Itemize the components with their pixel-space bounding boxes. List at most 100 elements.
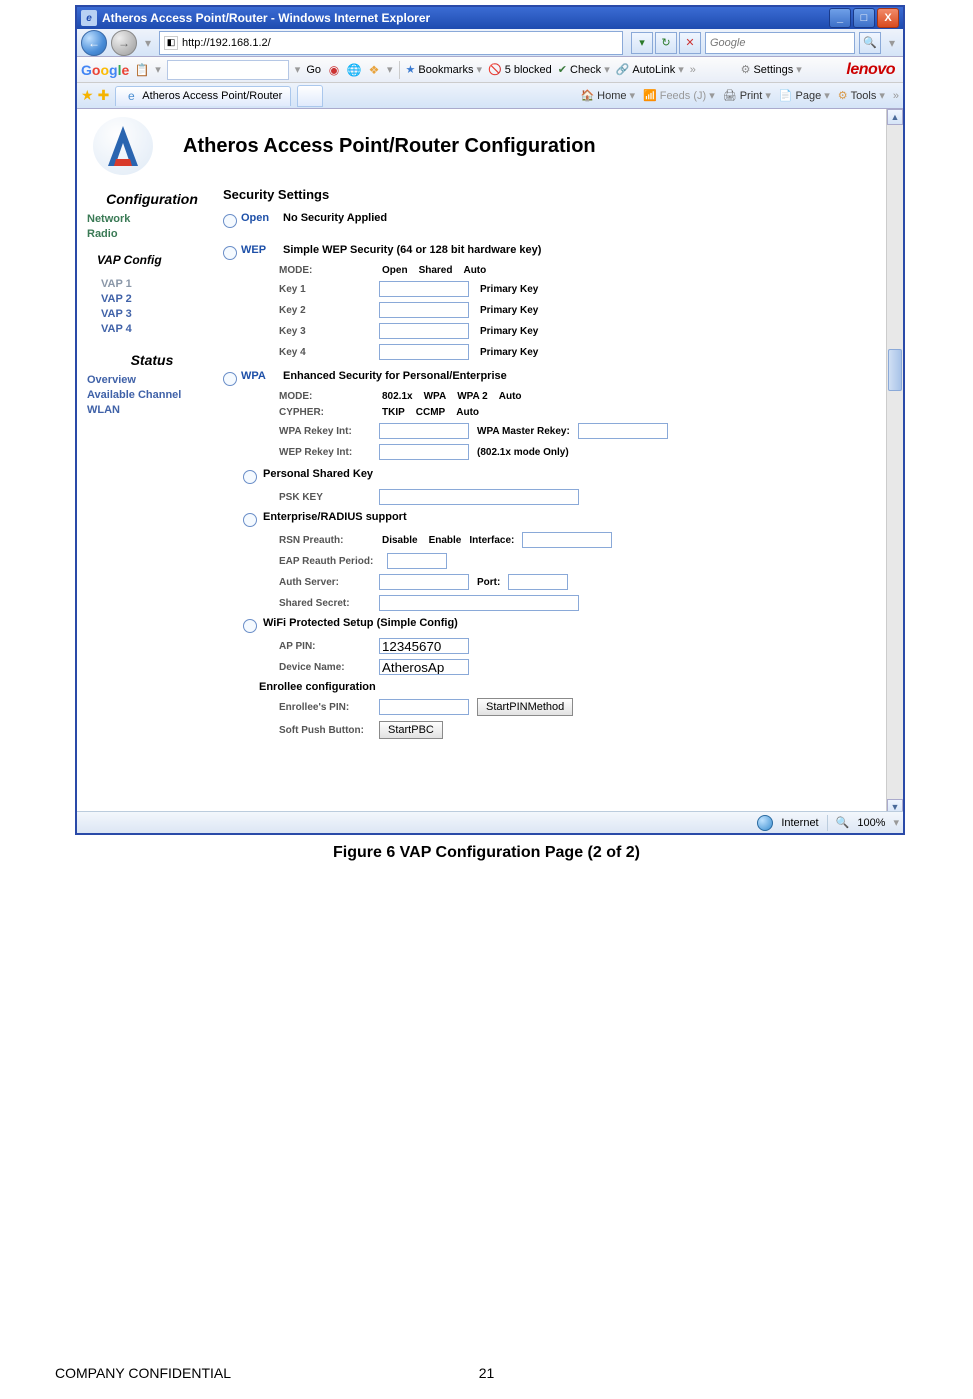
browser-tab[interactable]: e Atheros Access Point/Router: [115, 86, 291, 106]
search-dropdown-icon[interactable]: ▾: [885, 36, 899, 50]
scroll-up-icon[interactable]: ▲: [887, 109, 903, 125]
scroll-thumb[interactable]: [888, 349, 902, 391]
refresh-button[interactable]: ↻: [655, 32, 677, 54]
close-button[interactable]: X: [877, 8, 899, 28]
wep-key4-input[interactable]: [379, 344, 469, 360]
google-logo-icon: Google: [81, 62, 129, 78]
url-field[interactable]: ◧ http://192.168.1.2/: [159, 31, 623, 55]
auth-server-input[interactable]: [379, 574, 469, 590]
wep-rekey-input[interactable]: [379, 444, 469, 460]
page-heading: Atheros Access Point/Router Configuratio…: [183, 135, 596, 158]
wep-key3-input[interactable]: [379, 323, 469, 339]
new-tab-button[interactable]: [297, 85, 323, 107]
psk-radio[interactable]: [243, 470, 257, 484]
bookmarks-button[interactable]: ★Bookmarks▾: [406, 63, 482, 76]
security-wpa-radio[interactable]: [223, 372, 237, 386]
settings-button[interactable]: ⚙Settings▾: [741, 63, 802, 76]
sidebar-link-radio[interactable]: Radio: [87, 228, 217, 240]
tab-favicon-icon: e: [124, 89, 138, 103]
home-button[interactable]: 🏠Home▾: [580, 89, 635, 102]
sidebar-link-wlan[interactable]: WLAN: [87, 404, 217, 416]
ie-favicon-icon: e: [81, 10, 97, 26]
eap-period-input[interactable]: [387, 553, 447, 569]
clipboard-icon[interactable]: 📋: [135, 63, 149, 77]
zoom-icon[interactable]: 🔍: [836, 816, 850, 829]
page-button[interactable]: 📄Page▾: [779, 89, 830, 102]
go-dropdown[interactable]: ▾: [631, 32, 653, 54]
psk-key-input[interactable]: [379, 489, 579, 505]
sidebar-link-vap3[interactable]: VAP 3: [101, 308, 217, 320]
sidebar-status-header: Status: [87, 352, 217, 368]
maximize-button[interactable]: □: [853, 8, 875, 28]
autolink-button[interactable]: 🔗AutoLink▾: [616, 63, 684, 76]
zoom-dropdown-icon[interactable]: ▾: [893, 816, 899, 829]
zone-label: Internet: [781, 817, 818, 829]
wep-key1-input[interactable]: [379, 281, 469, 297]
search-box[interactable]: Google: [705, 32, 855, 54]
sidebar-link-network[interactable]: Network: [87, 213, 217, 225]
browser-window: e Atheros Access Point/Router - Windows …: [75, 5, 905, 835]
ap-pin-input[interactable]: [379, 638, 469, 654]
feeds-button: 📶Feeds (J)▾: [643, 89, 715, 102]
search-button[interactable]: 🔍: [859, 32, 881, 54]
start-pin-button[interactable]: StartPINMethod: [477, 698, 573, 716]
tab-title: Atheros Access Point/Router: [142, 90, 282, 102]
zone-icon: [757, 815, 773, 831]
forward-button[interactable]: →: [111, 30, 137, 56]
security-open-radio[interactable]: [223, 214, 237, 228]
blocks-icon[interactable]: ❖: [367, 63, 381, 77]
page-favicon-icon: ◧: [164, 36, 178, 50]
popup-blocked[interactable]: 🚫5 blocked: [488, 63, 552, 76]
start-pbc-button[interactable]: StartPBC: [379, 721, 443, 739]
page-number: 21: [479, 1365, 495, 1381]
sidebar-configuration-header: Configuration: [87, 191, 217, 207]
device-name-input[interactable]: [379, 659, 469, 675]
zoom-value: 100%: [857, 817, 885, 829]
enrollee-heading: Enrollee configuration: [259, 681, 881, 693]
sidebar-link-overview[interactable]: Overview: [87, 374, 217, 386]
tab-bar: ★ ✚ e Atheros Access Point/Router 🏠Home▾…: [77, 83, 903, 109]
security-settings-panel: Security Settings Open No Security Appli…: [223, 181, 887, 744]
sidebar-vap-config-header: VAP Config: [97, 253, 217, 267]
enrollee-pin-input[interactable]: [379, 699, 469, 715]
google-toolbar: Google 📋 ▾ ▾ Go ◉ 🌐 ❖ ▾ ★Bookmarks▾ 🚫5 b…: [77, 57, 903, 83]
add-favorite-icon[interactable]: ✚: [98, 87, 110, 104]
radius-radio[interactable]: [243, 513, 257, 527]
favorites-icon[interactable]: ★: [81, 87, 94, 104]
wpa-master-rekey-input[interactable]: [578, 423, 668, 439]
shared-secret-input[interactable]: [379, 595, 579, 611]
sidebar-link-vap1[interactable]: VAP 1: [101, 278, 217, 290]
sidebar-link-vap2[interactable]: VAP 2: [101, 293, 217, 305]
config-sidebar: Configuration Network Radio VAP Config V…: [77, 181, 223, 744]
wep-key2-input[interactable]: [379, 302, 469, 318]
atheros-logo-icon: [93, 117, 153, 175]
news-icon[interactable]: ◉: [327, 63, 341, 77]
preauth-interface-input[interactable]: [522, 532, 612, 548]
figure-caption: Figure 6 VAP Configuration Page (2 of 2): [0, 844, 973, 862]
minimize-button[interactable]: _: [829, 8, 851, 28]
auth-port-input[interactable]: [508, 574, 568, 590]
window-titlebar: e Atheros Access Point/Router - Windows …: [77, 7, 903, 29]
lenovo-logo: lenovo: [846, 61, 895, 79]
check-button[interactable]: ✔Check▾: [558, 63, 610, 76]
go-button[interactable]: Go: [306, 64, 321, 76]
security-wep-radio[interactable]: [223, 246, 237, 260]
sidebar-link-available-channel[interactable]: Available Channel: [87, 389, 217, 401]
google-search-field[interactable]: [167, 60, 289, 80]
wpa-rekey-input[interactable]: [379, 423, 469, 439]
tools-button[interactable]: ⚙Tools▾: [838, 89, 885, 102]
vertical-scrollbar[interactable]: ▲ ▼: [886, 109, 903, 815]
address-bar: ← → ▾ ◧ http://192.168.1.2/ ▾ ↻ ✕ Google…: [77, 29, 903, 57]
status-bar: Internet 🔍 100% ▾: [77, 811, 903, 833]
sidebar-link-vap4[interactable]: VAP 4: [101, 323, 217, 335]
dropdown-icon[interactable]: ▾: [141, 36, 155, 50]
security-heading: Security Settings: [223, 187, 881, 202]
content-viewport: ▲ ▼ Atheros Access Point/Router Configur…: [77, 109, 903, 815]
url-text: http://192.168.1.2/: [182, 37, 271, 49]
earth-icon[interactable]: 🌐: [347, 63, 361, 77]
print-button[interactable]: 🖨Print▾: [723, 89, 771, 102]
wps-radio[interactable]: [243, 619, 257, 633]
window-title: Atheros Access Point/Router - Windows In…: [102, 11, 829, 25]
back-button[interactable]: ←: [81, 30, 107, 56]
stop-button[interactable]: ✕: [679, 32, 701, 54]
